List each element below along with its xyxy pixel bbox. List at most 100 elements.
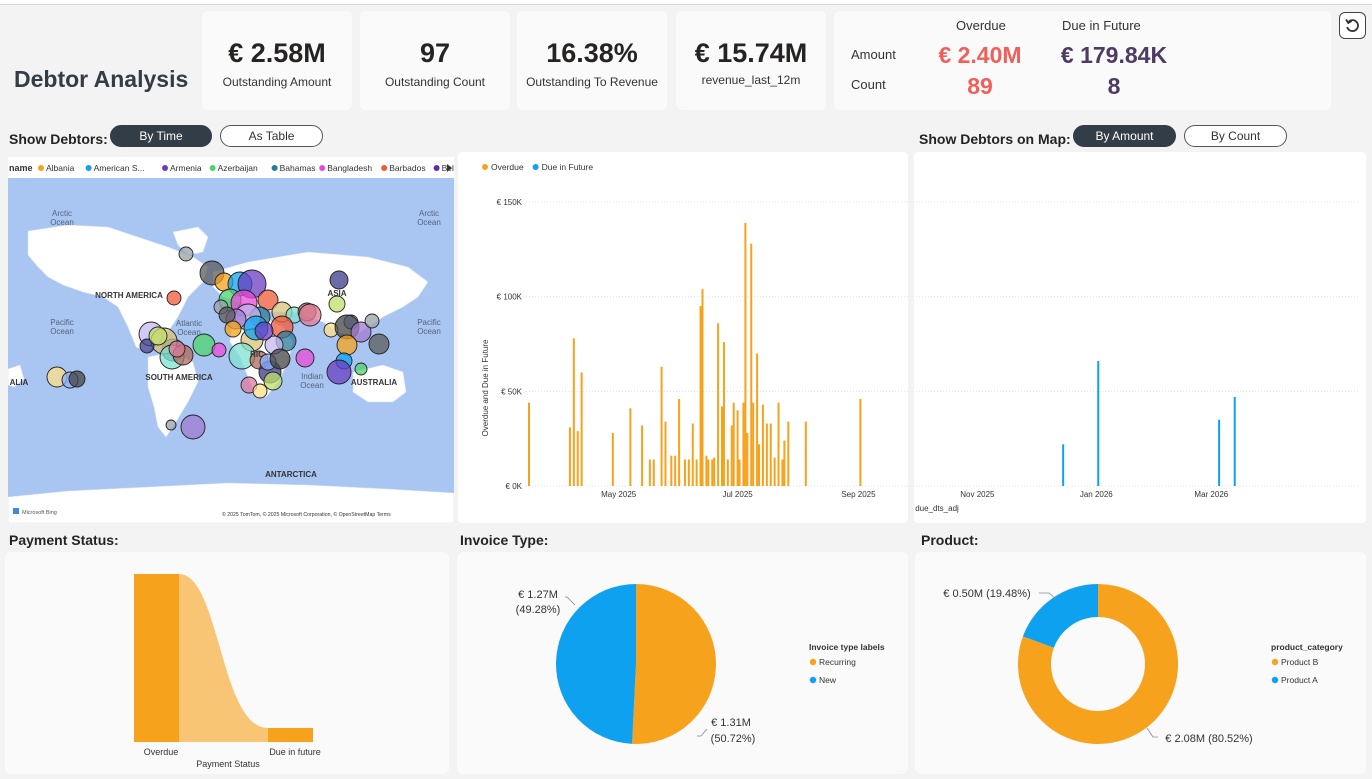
invoice-slice-recurring[interactable] — [632, 584, 717, 744]
map-bubble[interactable] — [328, 295, 346, 313]
time-bar[interactable] — [777, 402, 780, 486]
by-count-toggle[interactable]: By Count — [1184, 125, 1287, 147]
map-bubble[interactable] — [295, 348, 315, 368]
payment-bar-future[interactable] — [268, 728, 313, 742]
time-bar[interactable] — [752, 402, 755, 486]
time-bar[interactable] — [787, 421, 790, 486]
time-bar[interactable] — [732, 402, 735, 486]
map-attribution[interactable]: © 2025 TomTom, © 2025 Microsoft Corporat… — [222, 511, 391, 518]
time-bar[interactable] — [691, 423, 694, 486]
time-bar[interactable] — [783, 440, 786, 486]
time-bar[interactable] — [568, 427, 571, 486]
time-bar[interactable] — [781, 459, 784, 486]
map-bubble[interactable] — [368, 333, 390, 355]
map-legend-item[interactable]: Barbados — [389, 163, 425, 173]
time-bar[interactable] — [1062, 444, 1065, 486]
time-bar[interactable] — [769, 423, 772, 486]
invoice-legend-recurring[interactable]: Recurring — [819, 657, 856, 667]
map-legend-item[interactable]: Azerbaijan — [218, 163, 258, 173]
time-bar[interactable] — [1233, 397, 1236, 486]
debtor-map[interactable]: name Albania American S... Armenia Azerbaij… — [7, 157, 472, 524]
time-bar[interactable] — [742, 402, 745, 486]
map-bubble[interactable] — [166, 290, 182, 306]
time-bar[interactable] — [804, 421, 807, 486]
map-legend-item[interactable]: American S... — [94, 163, 145, 173]
map-bubble[interactable] — [269, 348, 291, 370]
map-bubble[interactable] — [192, 333, 216, 357]
time-bar[interactable] — [859, 398, 862, 486]
time-bar[interactable] — [746, 432, 749, 486]
time-bar[interactable] — [648, 459, 651, 486]
debtors-time-chart[interactable]: Overdue Due in Future € 0K € 50K € 100K € 15… — [458, 152, 1366, 523]
map-bubble[interactable] — [168, 340, 186, 358]
time-bar[interactable] — [756, 353, 759, 486]
time-bar[interactable] — [528, 402, 530, 486]
map-bubble[interactable] — [180, 414, 206, 440]
time-bar[interactable] — [641, 425, 644, 486]
time-bar[interactable] — [629, 408, 632, 486]
time-bar[interactable] — [695, 459, 698, 486]
map-bubble[interactable] — [211, 342, 227, 358]
payment-status-chart[interactable]: Overdue Due in future Payment Status — [5, 552, 449, 774]
time-bar[interactable] — [683, 459, 686, 486]
time-bar[interactable] — [1097, 361, 1100, 486]
map-bubble[interactable] — [178, 246, 194, 262]
product-legend-b[interactable]: Product B — [1281, 657, 1319, 667]
map-bubble[interactable] — [252, 383, 268, 399]
map-bubble[interactable] — [148, 326, 168, 346]
time-bar[interactable] — [711, 459, 714, 486]
time-bar[interactable] — [722, 342, 725, 486]
time-bar[interactable] — [1218, 419, 1221, 486]
time-bar[interactable] — [713, 457, 716, 486]
time-bar[interactable] — [670, 455, 673, 486]
map-legend-item[interactable]: Albania — [46, 163, 75, 173]
time-legend-item[interactable]: Due in Future — [542, 162, 594, 172]
time-bar[interactable] — [765, 423, 768, 486]
time-bar[interactable] — [699, 306, 702, 486]
map-bubble[interactable] — [165, 419, 177, 431]
time-bar[interactable] — [707, 459, 710, 486]
time-bar[interactable] — [730, 425, 733, 486]
time-bar[interactable] — [701, 289, 704, 486]
time-legend-item[interactable]: Overdue — [491, 162, 524, 172]
map-bubble[interactable] — [298, 303, 322, 327]
time-bar[interactable] — [674, 455, 677, 486]
time-bar[interactable] — [736, 410, 739, 486]
map-bubble[interactable] — [224, 320, 242, 338]
map-bubble[interactable] — [354, 362, 368, 376]
time-bar[interactable] — [572, 338, 575, 486]
map-legend-item[interactable]: Armenia — [170, 163, 202, 173]
time-bar[interactable] — [660, 366, 663, 486]
time-bar[interactable] — [705, 455, 708, 486]
invoice-legend-new[interactable]: New — [819, 675, 837, 685]
invoice-slice-new[interactable] — [556, 584, 636, 744]
time-bar[interactable] — [761, 404, 764, 486]
map-bubble[interactable] — [336, 334, 358, 356]
product-donut[interactable]: € 0.50M (19.48%) € 2.08M (80.52%) produc… — [915, 552, 1366, 774]
map-bubble[interactable] — [68, 370, 86, 388]
time-bar[interactable] — [758, 444, 761, 486]
time-bar[interactable] — [687, 459, 690, 486]
map-legend-item[interactable]: Bangladesh — [327, 163, 372, 173]
map-bubble[interactable] — [263, 371, 283, 391]
product-legend-a[interactable]: Product A — [1281, 675, 1318, 685]
time-bar[interactable] — [773, 457, 776, 486]
map-bubble[interactable] — [254, 321, 274, 341]
time-bar[interactable] — [576, 431, 579, 486]
time-bar[interactable] — [721, 406, 723, 486]
time-bar[interactable] — [611, 432, 614, 486]
time-bar[interactable] — [750, 243, 753, 486]
invoice-type-pie[interactable]: € 1.27M (49.28%) € 1.31M (50.72%) Invoic… — [457, 552, 908, 774]
time-bar[interactable] — [580, 372, 583, 486]
time-bar[interactable] — [738, 459, 741, 486]
time-bar[interactable] — [726, 459, 729, 486]
time-bar[interactable] — [744, 222, 747, 486]
product-slice-product-a[interactable] — [1022, 584, 1098, 648]
time-bar[interactable] — [678, 398, 681, 486]
by-amount-toggle[interactable]: By Amount — [1073, 125, 1176, 147]
by-time-toggle[interactable]: By Time — [110, 125, 212, 147]
as-table-toggle[interactable]: As Table — [220, 125, 323, 147]
time-bar[interactable] — [717, 323, 720, 486]
map-bubble[interactable] — [329, 270, 349, 290]
payment-bar-overdue[interactable] — [134, 574, 179, 742]
